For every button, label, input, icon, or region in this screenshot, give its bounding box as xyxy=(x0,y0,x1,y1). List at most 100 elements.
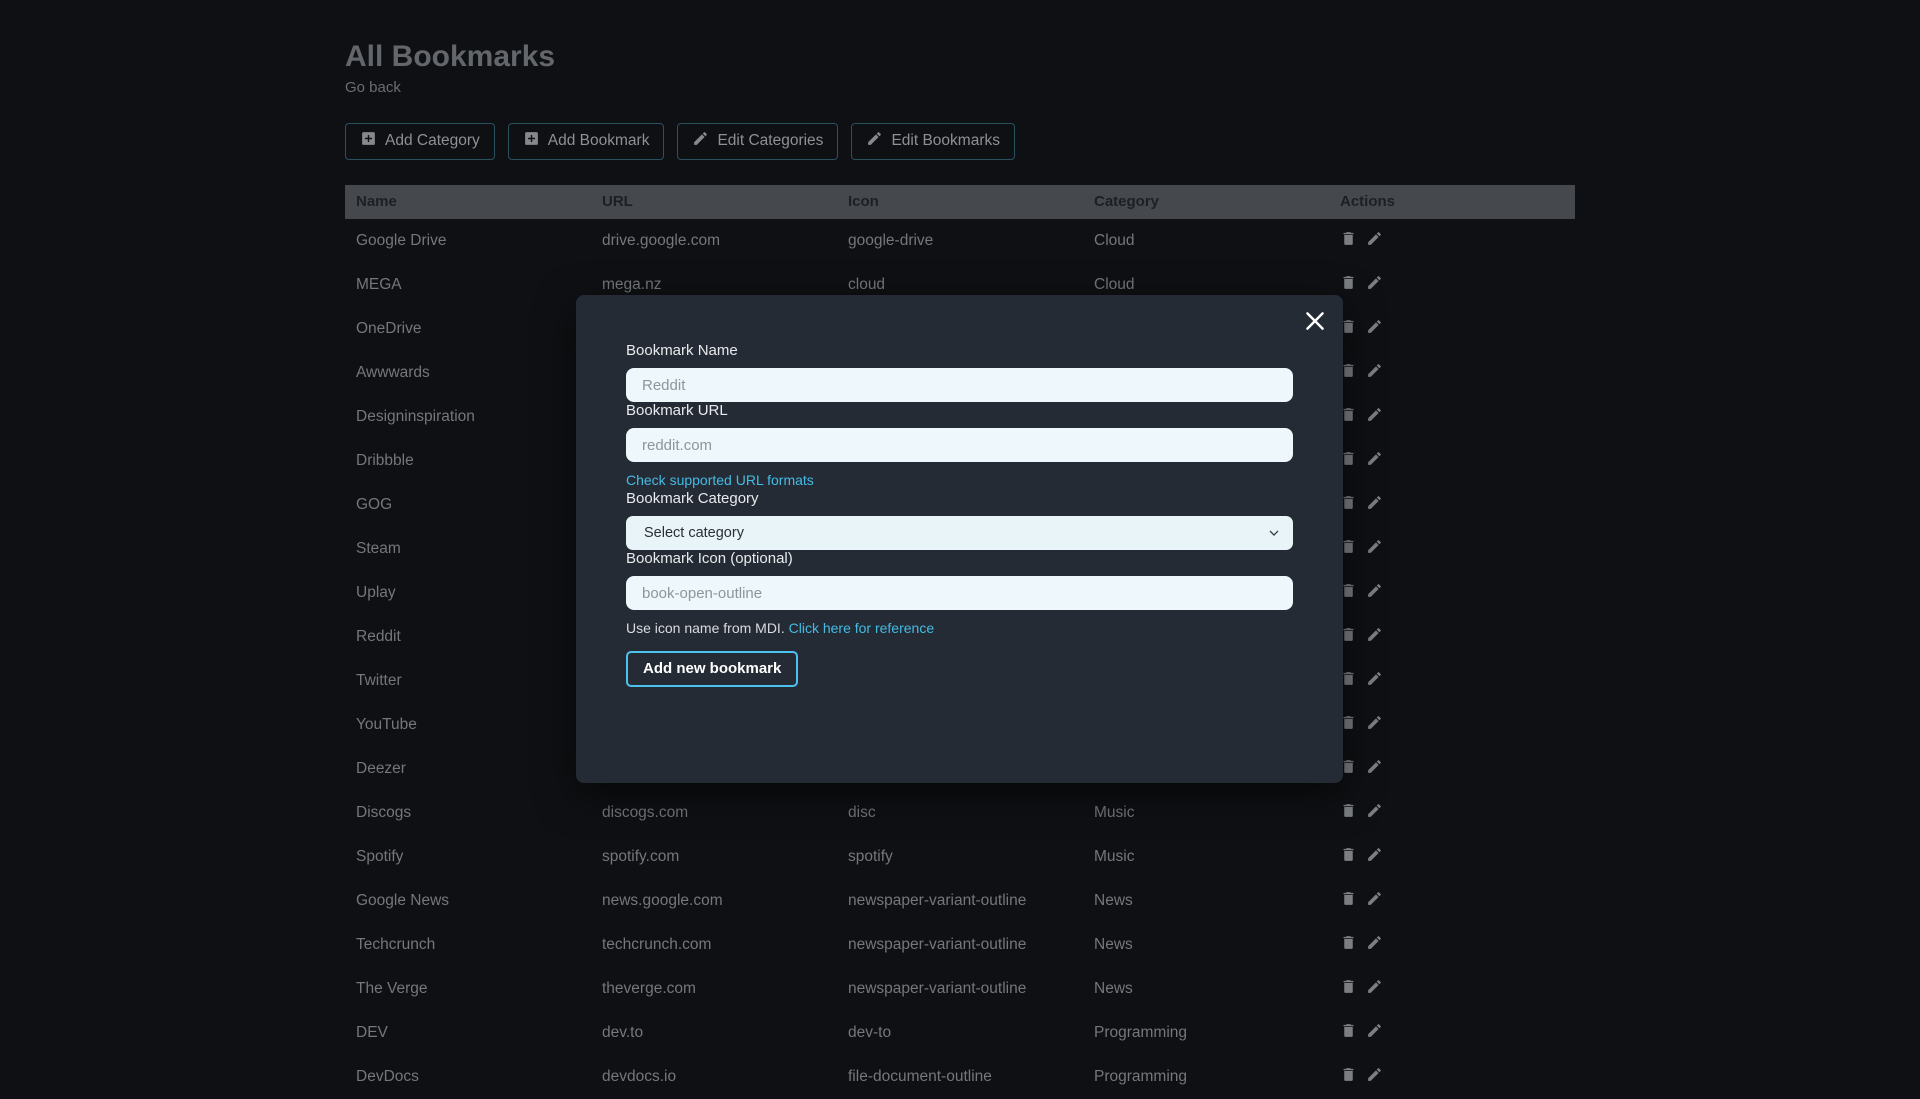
pencil-icon[interactable] xyxy=(1366,890,1383,912)
trash-icon[interactable] xyxy=(1340,802,1357,824)
table-row: Techcrunch techcrunch.com newspaper-vari… xyxy=(345,923,1575,967)
trash-icon[interactable] xyxy=(1340,274,1357,296)
pencil-icon[interactable] xyxy=(1366,406,1383,428)
page-title: All Bookmarks xyxy=(345,40,1575,73)
url-formats-link[interactable]: Check supported URL formats xyxy=(626,472,814,489)
cell-category: News xyxy=(1083,879,1329,923)
cell-actions xyxy=(1329,263,1575,307)
cell-name: DevDocs xyxy=(345,1055,591,1099)
category-select[interactable]: Select category xyxy=(626,516,1293,550)
cell-name: Steam xyxy=(345,527,591,571)
cell-actions xyxy=(1329,835,1575,879)
pencil-icon[interactable] xyxy=(1366,626,1383,648)
pencil-icon[interactable] xyxy=(1366,450,1383,472)
trash-icon[interactable] xyxy=(1340,846,1357,868)
add-bookmark-label: Add Bookmark xyxy=(548,132,650,151)
pencil-icon[interactable] xyxy=(1366,758,1383,780)
trash-icon[interactable] xyxy=(1340,230,1357,252)
pencil-icon[interactable] xyxy=(1366,1066,1383,1088)
trash-icon[interactable] xyxy=(1340,978,1357,1000)
pencil-icon[interactable] xyxy=(1366,582,1383,604)
cell-icon: disc xyxy=(837,791,1083,835)
pencil-icon[interactable] xyxy=(1366,978,1383,1000)
cell-name: YouTube xyxy=(345,703,591,747)
edit-bookmarks-button[interactable]: Edit Bookmarks xyxy=(851,123,1015,160)
table-row: DEV dev.to dev-to Programming xyxy=(345,1011,1575,1055)
table-row: Spotify spotify.com spotify Music xyxy=(345,835,1575,879)
cell-url: techcrunch.com xyxy=(591,923,837,967)
cell-url: dev.to xyxy=(591,1011,837,1055)
cell-actions xyxy=(1329,879,1575,923)
pencil-icon[interactable] xyxy=(1366,670,1383,692)
category-select-wrap: Select category xyxy=(626,516,1293,550)
cell-url: theverge.com xyxy=(591,967,837,1011)
cell-name: Deezer xyxy=(345,747,591,791)
cell-url: discogs.com xyxy=(591,791,837,835)
cell-name: Dribbble xyxy=(345,439,591,483)
cell-actions xyxy=(1329,351,1575,395)
edit-categories-button[interactable]: Edit Categories xyxy=(677,123,838,160)
pencil-icon[interactable] xyxy=(1366,274,1383,296)
cell-name: Google News xyxy=(345,879,591,923)
pencil-icon[interactable] xyxy=(1366,318,1383,340)
cell-name: Spotify xyxy=(345,835,591,879)
pencil-icon[interactable] xyxy=(1366,538,1383,560)
pencil-icon[interactable] xyxy=(1366,1022,1383,1044)
cell-actions xyxy=(1329,703,1575,747)
cell-actions xyxy=(1329,395,1575,439)
cell-actions xyxy=(1329,747,1575,791)
header-url: URL xyxy=(591,185,837,219)
add-bookmark-button[interactable]: Add Bookmark xyxy=(508,123,665,160)
close-icon[interactable] xyxy=(1300,306,1330,336)
icon-help-note: Use icon name from MDI. Click here for r… xyxy=(626,620,1293,637)
cell-actions xyxy=(1329,219,1575,263)
cell-icon: google-drive xyxy=(837,219,1083,263)
header-name: Name xyxy=(345,185,591,219)
cell-name: Awwwards xyxy=(345,351,591,395)
cell-category: Music xyxy=(1083,791,1329,835)
trash-icon[interactable] xyxy=(1340,1066,1357,1088)
trash-icon[interactable] xyxy=(1340,934,1357,956)
add-category-button[interactable]: Add Category xyxy=(345,123,495,160)
cell-category: News xyxy=(1083,967,1329,1011)
add-category-label: Add Category xyxy=(385,132,480,151)
trash-icon[interactable] xyxy=(1340,890,1357,912)
bookmark-icon-input[interactable] xyxy=(626,576,1293,610)
cell-actions xyxy=(1329,615,1575,659)
header-category: Category xyxy=(1083,185,1329,219)
cell-actions xyxy=(1329,571,1575,615)
cell-icon: newspaper-variant-outline xyxy=(837,879,1083,923)
mdi-reference-link[interactable]: Click here for reference xyxy=(789,620,935,637)
bookmark-name-input[interactable] xyxy=(626,368,1293,402)
pencil-icon[interactable] xyxy=(1366,846,1383,868)
cell-icon: file-document-outline xyxy=(837,1055,1083,1099)
pencil-icon[interactable] xyxy=(1366,230,1383,252)
cell-icon: dev-to xyxy=(837,1011,1083,1055)
cell-name: Designinspiration xyxy=(345,395,591,439)
pencil-icon[interactable] xyxy=(1366,494,1383,516)
cell-category: Programming xyxy=(1083,1011,1329,1055)
pencil-icon[interactable] xyxy=(1366,802,1383,824)
edit-categories-label: Edit Categories xyxy=(717,132,823,151)
table-row: DevDocs devdocs.io file-document-outline… xyxy=(345,1055,1575,1099)
add-new-bookmark-button[interactable]: Add new bookmark xyxy=(626,651,798,687)
trash-icon[interactable] xyxy=(1340,1022,1357,1044)
cell-category: Cloud xyxy=(1083,219,1329,263)
cell-url: spotify.com xyxy=(591,835,837,879)
cell-icon: spotify xyxy=(837,835,1083,879)
plus-box-icon xyxy=(360,130,377,153)
pencil-icon[interactable] xyxy=(1366,714,1383,736)
table-row: The Verge theverge.com newspaper-variant… xyxy=(345,967,1575,1011)
bookmark-url-input[interactable] xyxy=(626,428,1293,462)
cell-name: Reddit xyxy=(345,615,591,659)
cell-actions xyxy=(1329,967,1575,1011)
cell-name: GOG xyxy=(345,483,591,527)
go-back-link[interactable]: Go back xyxy=(345,79,401,96)
pencil-icon[interactable] xyxy=(1366,934,1383,956)
cell-name: Twitter xyxy=(345,659,591,703)
bookmark-url-label: Bookmark URL xyxy=(626,402,1293,419)
pencil-icon[interactable] xyxy=(1366,362,1383,384)
cell-name: Google Drive xyxy=(345,219,591,263)
table-header-row: Name URL Icon Category Actions xyxy=(345,185,1575,219)
cell-actions xyxy=(1329,791,1575,835)
